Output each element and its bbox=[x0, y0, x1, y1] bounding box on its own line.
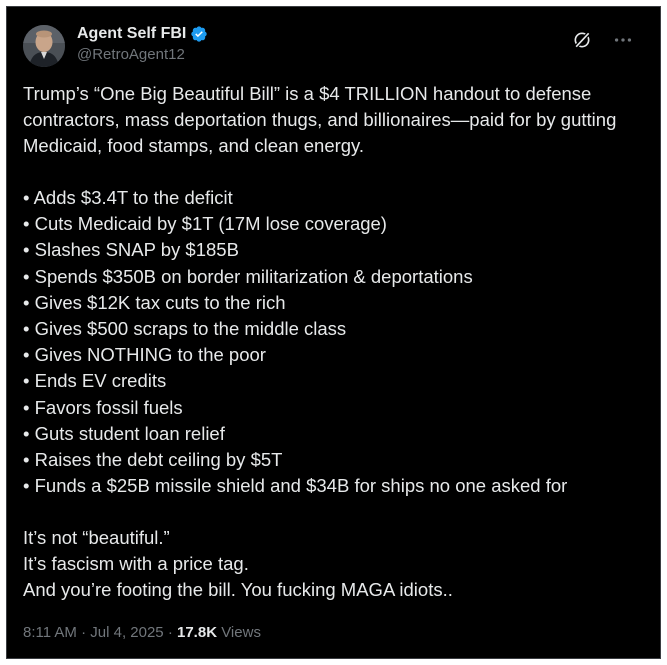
profile-photo bbox=[23, 25, 65, 67]
avatar[interactable] bbox=[23, 25, 65, 67]
grok-slash-icon[interactable] bbox=[572, 30, 592, 50]
author-name-row[interactable]: Agent Self FBI bbox=[77, 24, 208, 44]
bullet-item: • Gives $500 scraps to the middle class bbox=[23, 318, 347, 340]
tweet-header: Agent Self FBI @RetroAgent12 bbox=[23, 21, 644, 69]
display-name[interactable]: Agent Self FBI bbox=[77, 24, 186, 44]
bullet-item: • Funds a $25B missile shield and $34B f… bbox=[23, 475, 568, 497]
more-dots-icon[interactable] bbox=[612, 29, 634, 51]
verified-badge-icon bbox=[191, 26, 208, 42]
tweet-date[interactable]: Jul 4, 2025 bbox=[90, 624, 163, 641]
views-count[interactable]: 17.8K bbox=[177, 624, 217, 641]
bullet-item: • Favors fossil fuels bbox=[23, 396, 183, 418]
author-block: Agent Self FBI @RetroAgent12 bbox=[77, 24, 208, 65]
author-handle[interactable]: @RetroAgent12 bbox=[77, 45, 208, 65]
bullet-item: • Gives $12K tax cuts to the rich bbox=[23, 291, 286, 313]
bullet-list: • Adds $3.4T to the deficit • Cuts Medic… bbox=[23, 185, 640, 499]
meta-separator: · bbox=[167, 624, 173, 641]
bullet-item: • Adds $3.4T to the deficit bbox=[23, 187, 233, 208]
tweet-outro-line: It’s fascism with a price tag. bbox=[23, 553, 249, 575]
bullet-item: • Raises the debt ceiling by $5T bbox=[23, 449, 283, 471]
bullet-item: • Guts student loan relief bbox=[23, 422, 225, 444]
tweet-intro: Trump’s “One Big Beautiful Bill” is a $4… bbox=[23, 83, 617, 156]
tweet-meta: 8:11 AM · Jul 4, 2025 · 17.8K Views bbox=[23, 623, 261, 643]
bullet-item: • Cuts Medicaid by $1T (17M lose coverag… bbox=[23, 213, 387, 235]
bullet-item: • Ends EV credits bbox=[23, 370, 167, 392]
tweet-outro-line: And you’re footing the bill. You fucking… bbox=[23, 579, 453, 601]
tweet-card: Agent Self FBI @RetroAgent12 Trump’s “On… bbox=[6, 6, 661, 659]
tweet-text: Trump’s “One Big Beautiful Bill” is a $4… bbox=[23, 81, 640, 603]
tweet-outro-line: It’s not “beautiful.” bbox=[23, 527, 170, 549]
views-label: Views bbox=[221, 624, 261, 641]
bullet-item: • Gives NOTHING to the poor bbox=[23, 344, 266, 366]
bullet-item: • Slashes SNAP by $185B bbox=[23, 239, 239, 261]
bullet-item: • Spends $350B on border militarization … bbox=[23, 265, 473, 287]
tweet-time[interactable]: 8:11 AM bbox=[23, 624, 77, 641]
meta-separator: · bbox=[81, 624, 87, 641]
